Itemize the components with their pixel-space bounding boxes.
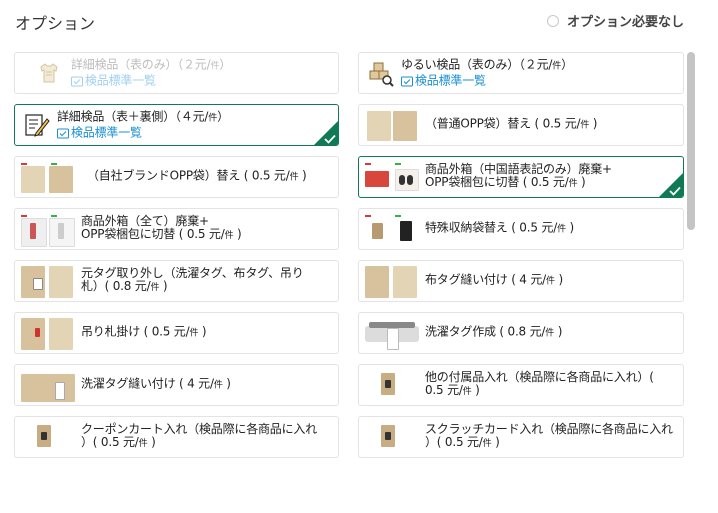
- scratch-card-icon: [381, 425, 397, 451]
- option-label: （普通OPP袋）替え ( 0.5 元/: [425, 116, 581, 131]
- option-card-detail-front[interactable]: 詳細検品（表のみ）（２元/件） 検品標準一覧: [14, 52, 339, 94]
- option-card-accessory-insert[interactable]: 他の付属品入れ（検品際に各商品に入れ）( 0.5 元/件 ): [358, 364, 684, 406]
- option-card-detail-front-back[interactable]: 詳細検品（表＋裏側）（４元/件） 検品標準一覧: [14, 104, 339, 146]
- option-card-normal-opp[interactable]: （普通OPP袋）替え ( 0.5 元/件 ): [358, 104, 684, 146]
- no-option-label: オプション必要なし: [567, 15, 685, 30]
- option-card-scratch-card[interactable]: スクラッチカード入れ（検品際に各商品に入れ ）( 0.5 元/件 ): [358, 416, 684, 458]
- option-card-laundry-tag-sew[interactable]: 洗濯タグ縫い付け ( 4 元/件 ): [14, 364, 339, 406]
- option-label: 吊り札掛け ( 0.5 元/: [81, 324, 190, 339]
- accessory-insert-icon: [381, 373, 397, 399]
- boxes-magnifier-icon: [369, 62, 394, 87]
- option-label: 洗濯タグ作成 ( 0.8 元/: [425, 324, 546, 339]
- option-card-hang-tag[interactable]: 吊り札掛け ( 0.5 元/件 ): [14, 312, 339, 354]
- tag-removal-icon: [21, 266, 73, 298]
- option-card-box-cn-discard[interactable]: 商品外箱（中国語表記のみ）廃棄+ OPP袋梱包に切替 ( 0.5 元/件 ): [358, 156, 684, 198]
- option-card-loose-front[interactable]: ゆるい検品（表のみ）（２元/件） 検品標準一覧: [358, 52, 684, 94]
- option-label: 特殊収納袋替え ( 0.5 元/: [425, 220, 558, 235]
- radio-button[interactable]: [547, 14, 559, 27]
- box-all-discard-icon: [21, 215, 75, 247]
- option-card-tag-removal[interactable]: 元タグ取り外し（洗濯タグ、布タグ、吊り 札）( 0.8 元/件 ): [14, 260, 339, 302]
- option-card-coupon[interactable]: クーポンカート入れ（検品際に各商品に入れ ）( 0.5 元/件 ): [14, 416, 339, 458]
- brand-bag-icon: [21, 163, 73, 193]
- inspection-standard-link[interactable]: 検品標準一覧: [401, 74, 573, 88]
- document-check-icon: [71, 76, 83, 86]
- option-label: 詳細検品（表のみ）（２元/: [71, 57, 211, 72]
- options-title: オプション: [15, 14, 96, 33]
- shirt-icon: [40, 63, 58, 83]
- special-bag-icon: [365, 215, 417, 245]
- option-card-special-bag[interactable]: 特殊収納袋替え ( 0.5 元/件 ): [358, 208, 684, 250]
- option-label: （自社ブランドOPP袋）替え ( 0.5 元/: [87, 168, 290, 183]
- document-check-icon: [57, 128, 69, 138]
- option-label: 洗濯タグ縫い付け ( 4 元/: [81, 376, 214, 391]
- scrollbar-thumb[interactable]: [687, 52, 695, 230]
- clipboard-pencil-icon: [25, 114, 50, 137]
- option-label: ゆるい検品（表のみ）（２元/: [401, 57, 553, 72]
- checkmark-icon: [669, 186, 681, 196]
- option-label: 詳細検品（表＋裏側）（４元/: [57, 109, 209, 124]
- checkmark-icon: [324, 134, 336, 144]
- option-card-brand-opp[interactable]: （自社ブランドOPP袋）替え ( 0.5 元/件 ): [14, 156, 339, 198]
- fabric-tag-icon: [365, 266, 417, 298]
- coupon-card-icon: [37, 425, 53, 451]
- hang-tag-icon: [21, 318, 73, 350]
- laundry-tag-sew-icon: [21, 370, 75, 402]
- unit: 件: [210, 61, 220, 72]
- inspection-standard-link[interactable]: 検品標準一覧: [71, 74, 231, 88]
- option-card-laundry-tag-make[interactable]: 洗濯タグ作成 ( 0.8 元/件 ): [358, 312, 684, 354]
- opp-bag-icon: [367, 111, 417, 141]
- laundry-tag-maker-icon: [365, 318, 419, 350]
- option-card-box-all-discard[interactable]: 商品外箱（全て）廃棄+ OPP袋梱包に切替 ( 0.5 元/件 ): [14, 208, 339, 250]
- option-card-fabric-tag[interactable]: 布タグ縫い付け ( 4 元/件 ): [358, 260, 684, 302]
- option-label: 布タグ縫い付け ( 4 元/: [425, 272, 547, 287]
- inspection-standard-link[interactable]: 検品標準一覧: [57, 126, 229, 140]
- document-check-icon: [401, 76, 413, 86]
- box-discard-icon: [365, 163, 419, 193]
- no-option-toggle[interactable]: オプション必要なし: [547, 11, 684, 30]
